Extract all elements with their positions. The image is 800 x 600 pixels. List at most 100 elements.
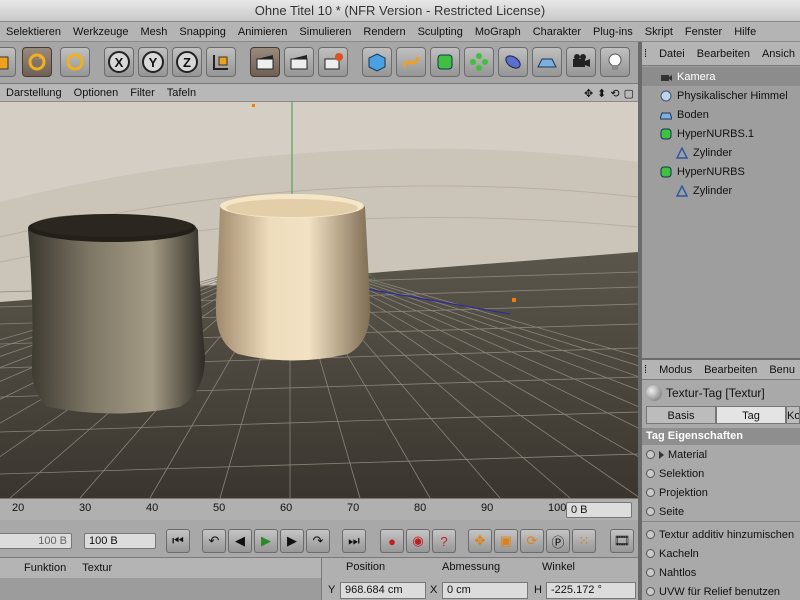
menu-item-simulieren[interactable]: Simulieren (293, 22, 357, 41)
next-key-button[interactable]: ↷ (306, 529, 330, 553)
menu-item-werkzeuge[interactable]: Werkzeuge (67, 22, 134, 41)
menu-item-fenster[interactable]: Fenster (679, 22, 728, 41)
play-button[interactable]: ▶ (254, 529, 278, 553)
rotation-h-field[interactable]: -225.172 ° (546, 582, 636, 599)
menu-item-animieren[interactable]: Animieren (232, 22, 294, 41)
property-row[interactable]: Nahtlos (642, 563, 800, 582)
menu-item-skript[interactable]: Skript (639, 22, 679, 41)
keyframe-dot-icon[interactable] (646, 507, 655, 516)
menu-item-charakter[interactable]: Charakter (527, 22, 587, 41)
cube-object-button[interactable] (362, 47, 392, 77)
render-picture-viewer-button[interactable] (284, 47, 314, 77)
keyframe-dot-icon[interactable] (646, 530, 655, 539)
menu-item-rendern[interactable]: Rendern (357, 22, 411, 41)
z-axis-button[interactable]: Z (172, 47, 202, 77)
previous-frame-button[interactable]: ◀ (228, 529, 252, 553)
material-manager-area[interactable] (0, 578, 322, 600)
point-level-track-button[interactable]: ⁙ (572, 529, 596, 553)
position-y-field[interactable]: 968.684 cm (340, 582, 426, 599)
object-row[interactable]: Zylinder (642, 181, 800, 200)
menu-item-mesh[interactable]: Mesh (134, 22, 173, 41)
auto-keyframe-button[interactable]: ◉ (406, 529, 430, 553)
object-row[interactable]: Kamera (642, 67, 800, 86)
tab-tag[interactable]: Tag (716, 406, 786, 424)
nurbs-object-button[interactable] (430, 47, 460, 77)
viewport-menu-item-tafeln[interactable]: Tafeln (161, 84, 202, 101)
object-row[interactable]: Zylinder (642, 143, 800, 162)
keyframe-dot-icon[interactable] (646, 450, 655, 459)
camera-object-button[interactable] (566, 47, 596, 77)
rotate-tool-button[interactable] (22, 47, 52, 77)
viewport-menu-item-darstellung[interactable]: Darstellung (0, 84, 68, 101)
expand-arrow-icon[interactable] (659, 450, 664, 459)
end-frame-field[interactable]: 100 B (84, 533, 156, 549)
render-settings-button[interactable] (318, 47, 348, 77)
keyframe-dot-icon[interactable] (646, 587, 655, 596)
maximize-view-icon[interactable]: ▢ (624, 87, 634, 100)
viewport-menu-item-filter[interactable]: Filter (124, 84, 160, 101)
keyframe-dot-icon[interactable] (646, 488, 655, 497)
deformer-button[interactable] (498, 47, 528, 77)
keyframe-dot-icon[interactable] (646, 568, 655, 577)
property-row[interactable]: Selektion (642, 464, 800, 483)
object-menu-item-bearbeiten[interactable]: Bearbeiten (691, 42, 756, 65)
scroll-view-icon[interactable]: ⬍ (597, 87, 606, 100)
size-x-field[interactable]: 0 cm (442, 582, 528, 599)
object-row[interactable]: HyperNURBS.1 (642, 124, 800, 143)
property-row[interactable]: Projektion (642, 483, 800, 502)
menu-item-sculpting[interactable]: Sculpting (412, 22, 469, 41)
material-menu-item-funktion[interactable]: Funktion (0, 558, 74, 578)
3d-viewport[interactable] (0, 102, 638, 498)
move-view-icon[interactable]: ✥ (584, 87, 593, 100)
current-frame-field[interactable]: 0 B (566, 502, 632, 518)
object-menu-item-datei[interactable]: Datei (653, 42, 691, 65)
coordinate-system-button[interactable] (206, 47, 236, 77)
rotate-tool-button-2[interactable] (60, 47, 90, 77)
tab-koordinaten[interactable]: Ko (786, 406, 800, 424)
property-row[interactable]: Textur additiv hinzumischen (642, 525, 800, 544)
timeline[interactable]: 20 30 40 50 60 70 80 90 100 0 B (0, 498, 640, 520)
keyframe-selection-button[interactable]: ? (432, 529, 456, 553)
property-row[interactable]: UVW für Relief benutzen (642, 582, 800, 600)
next-frame-button[interactable]: ▶ (280, 529, 304, 553)
property-row[interactable]: Seite (642, 502, 800, 521)
keyframe-dot-icon[interactable] (646, 549, 655, 558)
menu-item-mograph[interactable]: MoGraph (469, 22, 527, 41)
move-track-button[interactable]: ✥ (468, 529, 492, 553)
go-to-start-button[interactable]: ⏮ (166, 529, 190, 553)
object-row[interactable]: Boden (642, 105, 800, 124)
menu-item-plug-ins[interactable]: Plug-ins (587, 22, 639, 41)
parameter-track-button[interactable]: Ⓟ (546, 529, 570, 553)
property-row[interactable]: Kacheln (642, 544, 800, 563)
tool-button-partial[interactable] (0, 47, 16, 77)
viewport-menu-item-optionen[interactable]: Optionen (68, 84, 125, 101)
property-row[interactable]: Material (642, 445, 800, 464)
record-keyframe-button[interactable]: ● (380, 529, 404, 553)
film-strip-button[interactable]: 🎞 (610, 529, 634, 553)
spline-object-button[interactable] (396, 47, 426, 77)
light-object-button[interactable] (600, 47, 630, 77)
render-view-button[interactable] (250, 47, 280, 77)
go-to-end-button[interactable]: ⏭ (342, 529, 366, 553)
previous-key-button[interactable]: ↶ (202, 529, 226, 553)
rotate-view-icon[interactable]: ⟲ (610, 87, 619, 100)
menu-item-snapping[interactable]: Snapping (173, 22, 232, 41)
menu-item-hilfe[interactable]: Hilfe (728, 22, 762, 41)
keyframe-dot-icon[interactable] (646, 469, 655, 478)
floor-object-button[interactable] (532, 47, 562, 77)
scale-track-button[interactable]: ▣ (494, 529, 518, 553)
tab-basis[interactable]: Basis (646, 406, 716, 424)
rotate-track-button[interactable]: ⟳ (520, 529, 544, 553)
object-menu-item-ansicht[interactable]: Ansich (756, 42, 800, 65)
attribute-menu-item-benutzer[interactable]: Benu (763, 360, 800, 379)
timeline-ruler[interactable]: 20 30 40 50 60 70 80 90 100 (0, 499, 566, 521)
x-axis-button[interactable]: X (104, 47, 134, 77)
object-row[interactable]: HyperNURBS (642, 162, 800, 181)
attribute-menu-item-bearbeiten[interactable]: Bearbeiten (698, 360, 763, 379)
array-object-button[interactable] (464, 47, 494, 77)
start-frame-field[interactable]: 100 B (0, 533, 72, 549)
menu-item-selektieren[interactable]: Selektieren (0, 22, 67, 41)
object-row[interactable]: Physikalischer Himmel (642, 86, 800, 105)
material-menu-item-textur[interactable]: Textur (74, 558, 120, 578)
y-axis-button[interactable]: Y (138, 47, 168, 77)
